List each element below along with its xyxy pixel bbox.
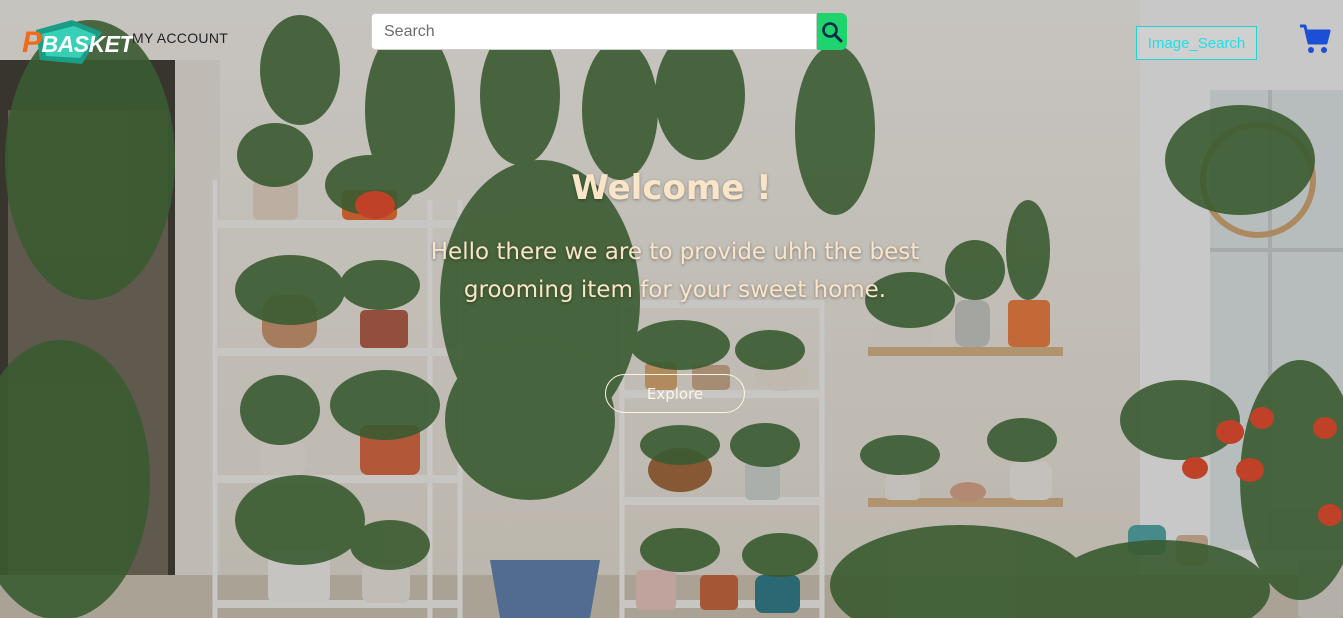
image-search-button[interactable]: Image_Search (1136, 26, 1257, 60)
my-account-link[interactable]: MY ACCOUNT (132, 30, 228, 46)
shopping-cart-icon (1300, 24, 1331, 53)
background-dim-overlay (0, 0, 1343, 618)
search-icon (822, 21, 843, 42)
search-button[interactable] (817, 13, 847, 50)
search-input[interactable] (371, 13, 817, 50)
explore-button[interactable]: Explore (605, 374, 745, 413)
search-bar (371, 13, 847, 50)
brand-logo[interactable]: PBASKET (22, 20, 134, 66)
cart-button[interactable] (1298, 23, 1332, 55)
hero-subtitle: Hello there we are to provide uhh the be… (430, 239, 920, 303)
top-navbar: PBASKET MY ACCOUNT Image_Search (0, 0, 1343, 76)
hero-background-image (0, 0, 1343, 618)
hero-title: Welcome ! (571, 168, 772, 208)
logo-text: PBASKET (22, 26, 134, 59)
